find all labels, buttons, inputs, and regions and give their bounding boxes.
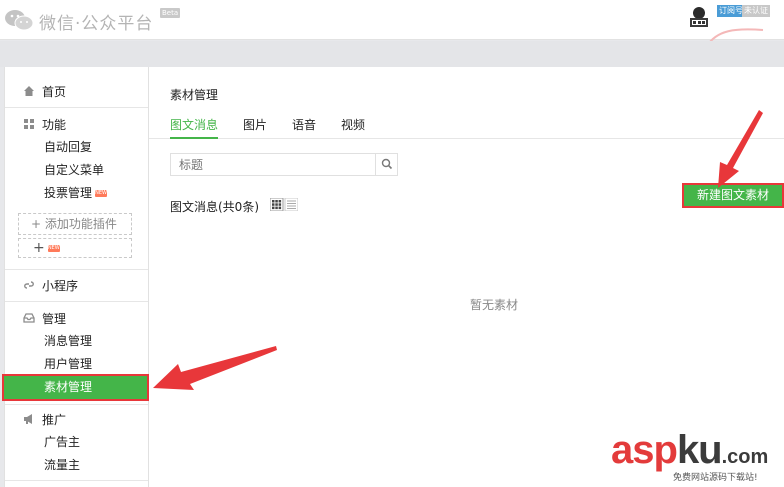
- sidebar-item-label: 投票管理: [44, 186, 93, 200]
- sidebar-divider: [5, 269, 148, 270]
- tab-articles[interactable]: 图文消息: [170, 116, 219, 139]
- search-icon: [381, 158, 393, 170]
- tab-audio[interactable]: 语音: [292, 116, 316, 139]
- search-input[interactable]: [171, 154, 377, 175]
- grid-view-icon[interactable]: [269, 197, 284, 212]
- search-button[interactable]: [375, 154, 397, 175]
- page-title: 素材管理: [170, 88, 219, 102]
- main-panel: 素材管理 图文消息 图片 语音 视频 图文消息(共0条): [149, 67, 784, 487]
- beta-badge: Beta: [160, 8, 181, 18]
- sidebar-item-messages[interactable]: 消息管理: [44, 332, 92, 350]
- sidebar-item-materials[interactable]: 素材管理: [2, 374, 149, 401]
- site-watermark: aspku.com 免费网站源码下载站!: [611, 428, 784, 487]
- sidebar-divider: [5, 404, 148, 405]
- wechat-logo-icon: [5, 10, 34, 31]
- sidebar-section-manage[interactable]: 管理: [23, 309, 66, 327]
- add-plugin-slot[interactable]: + NEW: [18, 238, 132, 258]
- account-type-badge: 订阅号: [717, 5, 745, 17]
- sidebar-section-label: 推广: [42, 412, 67, 427]
- inbox-icon: [23, 313, 35, 323]
- plus-icon: +: [33, 240, 45, 256]
- sidebar-item-custom-menu[interactable]: 自定义菜单: [44, 161, 104, 179]
- sidebar-divider: [5, 480, 148, 481]
- sidebar-section-label: 管理: [42, 311, 67, 326]
- watermark-asp: asp: [611, 428, 678, 472]
- article-count-label: 图文消息(共0条): [170, 200, 259, 214]
- sidebar-divider: [5, 107, 148, 108]
- annotation-arrow-icon: [718, 110, 763, 188]
- empty-state-text: 暂无素材: [470, 298, 519, 312]
- new-badge: NEW: [95, 190, 108, 197]
- sidebar-item-label: 小程序: [42, 278, 79, 293]
- top-strip: [0, 41, 784, 67]
- grid-icon: [24, 119, 34, 129]
- sidebar-item-label: 首页: [42, 84, 67, 99]
- sidebar-item-auto-reply[interactable]: 自动回复: [44, 138, 92, 156]
- add-plugin-button[interactable]: + 添加功能插件: [18, 213, 132, 235]
- search-box: [170, 153, 398, 176]
- sidebar-section-function[interactable]: 功能: [23, 115, 66, 133]
- sidebar-item-users[interactable]: 用户管理: [44, 355, 92, 373]
- annotation-arrow-icon: [153, 346, 277, 390]
- watermark-ku: ku: [676, 428, 723, 472]
- list-view-icon[interactable]: [284, 197, 299, 212]
- account-status-badge: 未认证: [742, 5, 770, 17]
- link-icon: [24, 281, 34, 289]
- home-icon: [24, 86, 34, 96]
- sidebar-item-mini-program[interactable]: 小程序: [23, 276, 78, 294]
- sidebar-divider: [5, 301, 148, 302]
- sidebar-item-publisher[interactable]: 流量主: [44, 456, 80, 474]
- sidebar-section-label: 功能: [42, 117, 67, 132]
- material-tabs: 图文消息 图片 语音 视频: [149, 111, 784, 139]
- sidebar-item-vote[interactable]: 投票管理 NEW: [44, 184, 108, 202]
- top-header: 微信·公众平台 Beta 订阅号 未认证: [0, 0, 784, 40]
- sidebar-section-promote[interactable]: 推广: [23, 410, 66, 428]
- sidebar: 首页 功能 自动回复 自定义菜单 投票管理 NEW + 添加功能插件 + NEW 小…: [2, 67, 149, 487]
- watermark-subtitle: 免费网站源码下载站!: [673, 473, 758, 483]
- sidebar-item-advertiser[interactable]: 广告主: [44, 433, 80, 451]
- tab-images[interactable]: 图片: [243, 116, 267, 139]
- view-toggle: [269, 197, 299, 212]
- platform-title[interactable]: 微信·公众平台: [39, 9, 153, 34]
- megaphone-icon: [24, 414, 32, 424]
- tab-video[interactable]: 视频: [341, 116, 365, 139]
- sidebar-item-home[interactable]: 首页: [23, 82, 66, 100]
- new-badge: NEW: [47, 244, 60, 252]
- watermark-com: .com: [721, 446, 769, 468]
